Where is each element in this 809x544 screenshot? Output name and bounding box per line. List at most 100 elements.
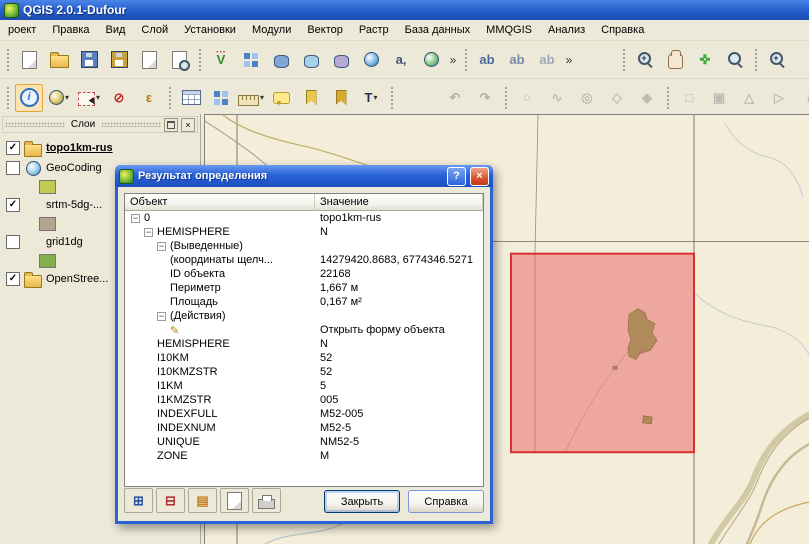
zoom-in-button[interactable] (631, 46, 659, 74)
composer-manager-button[interactable] (165, 46, 193, 74)
layer-symbol-swatch[interactable] (39, 217, 56, 231)
panel-float-button[interactable] (164, 118, 178, 132)
column-header-value[interactable]: Значение (315, 194, 483, 211)
layer-labeling-button[interactable]: ab (473, 46, 501, 74)
menu-item-6[interactable]: Вектор (299, 21, 351, 39)
close-button[interactable]: Закрыть (324, 490, 400, 513)
show-bookmarks-button[interactable] (327, 84, 355, 112)
dropdown-arrow-icon[interactable]: ▾ (65, 93, 69, 102)
measure-line-button[interactable]: ▾ (237, 84, 265, 112)
toolbar-grip[interactable] (464, 48, 468, 72)
new-bookmark-button[interactable] (297, 84, 325, 112)
dropdown-arrow-icon[interactable]: ▾ (260, 93, 264, 102)
toolbar-grip[interactable] (504, 86, 508, 110)
window-titlebar[interactable]: QGIS 2.0.1-Dufour (0, 0, 809, 20)
identify-row-12[interactable]: I1KM5 (125, 379, 483, 393)
dropdown-arrow-icon[interactable]: ▾ (373, 93, 377, 102)
menu-item-2[interactable]: Вид (98, 21, 134, 39)
zoom-full-button[interactable] (763, 46, 791, 74)
copy-feature-button[interactable] (220, 488, 249, 513)
identify-row-5[interactable]: Периметр1,667 м (125, 281, 483, 295)
identify-row-11[interactable]: I10KMZSTR52 (125, 365, 483, 379)
identify-row-8[interactable]: ✎Открыть форму объекта (125, 323, 483, 337)
layer-symbol-swatch[interactable] (39, 254, 56, 268)
add-delimited-text-layer-button[interactable]: a, (387, 46, 415, 74)
layer-item-0[interactable]: ✓ topo1km-rus (3, 138, 197, 158)
menu-item-10[interactable]: Анализ (540, 21, 593, 39)
tree-expander-icon[interactable]: − (157, 312, 166, 321)
add-raster-layer-button[interactable] (237, 46, 265, 74)
save-project-as-button[interactable] (105, 46, 133, 74)
toolbar-overflow-button[interactable]: » (562, 53, 576, 67)
layer-name[interactable]: OpenStree... (46, 273, 108, 285)
select-features-button[interactable]: ▾ (75, 84, 103, 112)
identify-row-14[interactable]: INDEXFULLM52-005 (125, 407, 483, 421)
dialog-titlebar[interactable]: Результат определения ? × (115, 165, 493, 187)
map-tips-button[interactable] (267, 84, 295, 112)
identify-row-6[interactable]: Площадь0,167 м² (125, 295, 483, 309)
pan-to-selection-button[interactable]: ✜ (691, 46, 719, 74)
toolbar-grip[interactable] (6, 48, 10, 72)
menu-item-3[interactable]: Слой (133, 21, 176, 39)
toolbar-overflow-button[interactable]: » (446, 53, 460, 67)
new-print-composer-button[interactable] (135, 46, 163, 74)
identify-row-15[interactable]: INDEXNUMM52-5 (125, 421, 483, 435)
add-spatialite-layer-button[interactable] (297, 46, 325, 74)
dialog-contexthelp-button[interactable]: ? (447, 167, 466, 186)
add-wms-layer-button[interactable] (357, 46, 385, 74)
identify-row-9[interactable]: HEMISPHEREN (125, 337, 483, 351)
toolbar-grip[interactable] (390, 86, 394, 110)
expand-new-results-button[interactable]: ▤ (188, 488, 217, 513)
layer-name[interactable]: grid1dg (46, 236, 83, 248)
identify-row-3[interactable]: (координаты щелч...14279420.8683, 677434… (125, 253, 483, 267)
layer-symbol-swatch[interactable] (39, 180, 56, 194)
identify-row-13[interactable]: I1KMZSTR005 (125, 393, 483, 407)
identify-row-0[interactable]: −0topo1km-rus (125, 211, 483, 225)
menu-item-9[interactable]: MMQGIS (478, 21, 540, 39)
open-attribute-table-button[interactable] (177, 84, 205, 112)
layer-checkbox[interactable] (6, 161, 20, 175)
panel-close-button[interactable]: × (181, 118, 195, 132)
identify-features-button[interactable]: i (15, 84, 43, 112)
add-wfs-layer-button[interactable] (417, 46, 445, 74)
menu-item-8[interactable]: База данных (397, 21, 479, 39)
move-label-button[interactable]: ab (503, 46, 531, 74)
layers-panel-header[interactable]: Слои × (2, 116, 198, 133)
run-feature-action-button[interactable]: ▾ (45, 84, 73, 112)
layer-checkbox[interactable]: ✓ (6, 141, 20, 155)
identify-row-1[interactable]: −HEMISPHEREN (125, 225, 483, 239)
change-label-button[interactable]: ab (533, 46, 561, 74)
menu-item-1[interactable]: Правка (44, 21, 97, 39)
deselect-all-button[interactable]: ⊘ (105, 84, 133, 112)
menu-item-11[interactable]: Справка (593, 21, 652, 39)
toolbar-grip[interactable] (666, 86, 670, 110)
menu-item-0[interactable]: роект (0, 21, 44, 39)
layer-checkbox[interactable]: ✓ (6, 272, 20, 286)
select-by-expression-button[interactable]: ε (135, 84, 163, 112)
layer-name[interactable]: GeoCoding (46, 162, 102, 174)
identify-row-4[interactable]: ID объекта22168 (125, 267, 483, 281)
open-project-button[interactable] (45, 46, 73, 74)
identify-row-16[interactable]: UNIQUENM52-5 (125, 435, 483, 449)
help-button[interactable]: Справка (408, 490, 484, 513)
toolbar-grip[interactable] (622, 48, 626, 72)
toolbar-grip[interactable] (6, 86, 10, 110)
tree-expander-icon[interactable]: − (144, 228, 153, 237)
add-vector-layer-button[interactable]: V (207, 46, 235, 74)
expand-tree-button[interactable]: ⊞ (124, 488, 153, 513)
text-annotation-button[interactable]: T▾ (357, 84, 385, 112)
tree-expander-icon[interactable]: − (131, 214, 140, 223)
layer-name[interactable]: topo1km-rus (46, 142, 113, 154)
add-postgis-layer-button[interactable] (267, 46, 295, 74)
print-results-button[interactable] (252, 488, 281, 513)
menu-item-4[interactable]: Установки (176, 21, 244, 39)
zoom-to-selection-button[interactable] (721, 46, 749, 74)
menu-item-7[interactable]: Растр (351, 21, 397, 39)
identify-row-2[interactable]: −(Выведенные) (125, 239, 483, 253)
layer-checkbox[interactable] (6, 235, 20, 249)
new-project-button[interactable] (15, 46, 43, 74)
save-project-button[interactable] (75, 46, 103, 74)
column-header-object[interactable]: Объект (125, 194, 315, 211)
dialog-close-icon[interactable]: × (470, 167, 489, 186)
pan-map-button[interactable] (661, 46, 689, 74)
